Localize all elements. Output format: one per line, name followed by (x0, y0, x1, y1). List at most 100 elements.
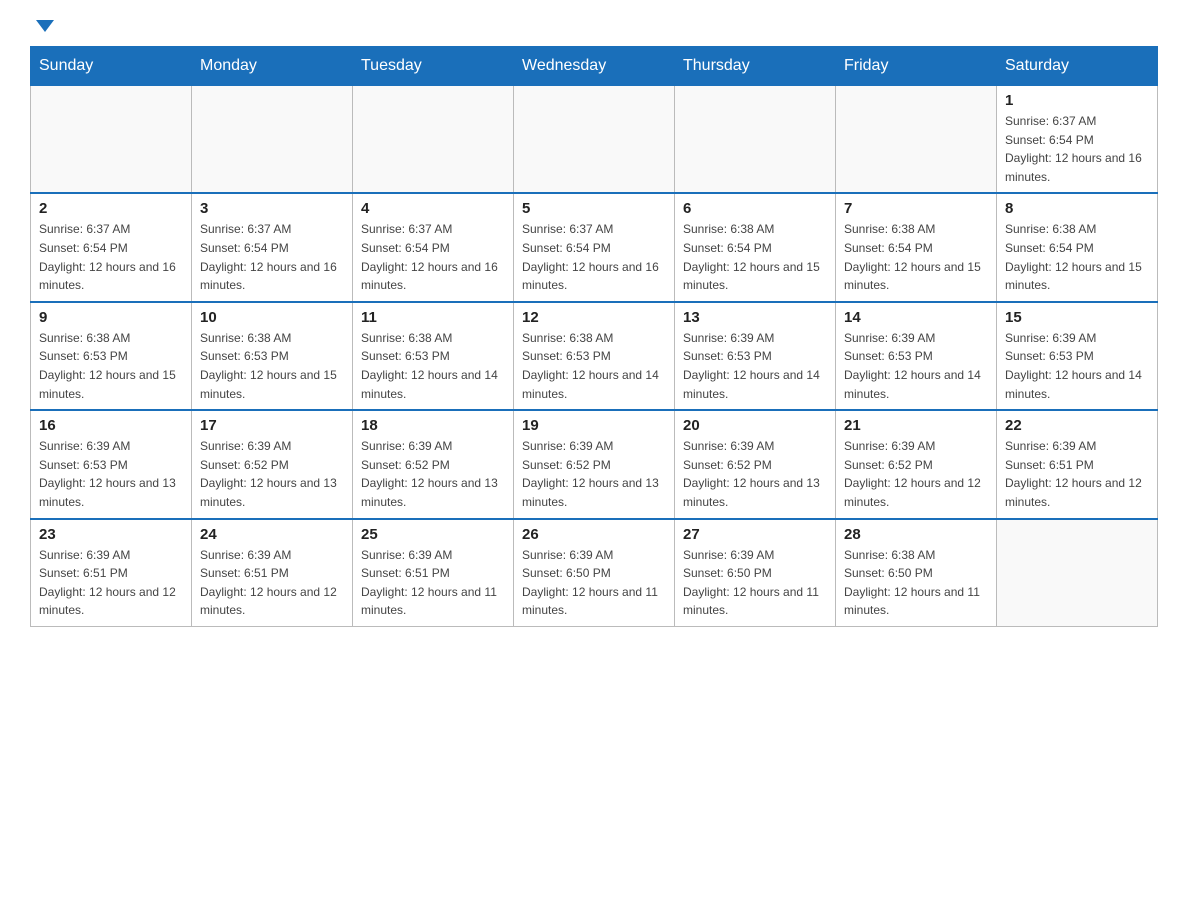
calendar-cell: 19 Sunrise: 6:39 AM Sunset: 6:52 PM Dayli… (514, 410, 675, 518)
calendar-header-sunday: Sunday (31, 47, 192, 86)
calendar-cell: 13 Sunrise: 6:39 AM Sunset: 6:53 PM Dayli… (675, 302, 836, 410)
day-info: Sunrise: 6:39 AM Sunset: 6:53 PM Dayligh… (683, 329, 827, 403)
calendar-cell: 8 Sunrise: 6:38 AM Sunset: 6:54 PM Daylig… (997, 193, 1158, 301)
calendar-cell: 1 Sunrise: 6:37 AM Sunset: 6:54 PM Daylig… (997, 86, 1158, 194)
day-number: 11 (361, 309, 505, 326)
day-info: Sunrise: 6:39 AM Sunset: 6:51 PM Dayligh… (361, 546, 505, 620)
calendar-header-wednesday: Wednesday (514, 47, 675, 86)
calendar-cell: 23Sunrise: 6:39 AM Sunset: 6:51 PM Dayli… (31, 519, 192, 627)
calendar-cell: 5 Sunrise: 6:37 AM Sunset: 6:54 PM Daylig… (514, 193, 675, 301)
day-number: 15 (1005, 309, 1149, 326)
day-info: Sunrise: 6:39 AM Sunset: 6:53 PM Dayligh… (1005, 329, 1149, 403)
calendar-week-4: 16 Sunrise: 6:39 AM Sunset: 6:53 PM Dayli… (31, 410, 1158, 518)
calendar-cell: 2 Sunrise: 6:37 AM Sunset: 6:54 PM Daylig… (31, 193, 192, 301)
day-number: 10 (200, 309, 344, 326)
day-number: 28 (844, 526, 988, 543)
calendar-cell: 15 Sunrise: 6:39 AM Sunset: 6:53 PM Dayli… (997, 302, 1158, 410)
day-number: 6 (683, 200, 827, 217)
day-info: Sunrise: 6:37 AM Sunset: 6:54 PM Dayligh… (39, 220, 183, 294)
calendar-cell: 11 Sunrise: 6:38 AM Sunset: 6:53 PM Dayli… (353, 302, 514, 410)
calendar-header-friday: Friday (836, 47, 997, 86)
day-number: 1 (1005, 92, 1149, 109)
day-number: 26 (522, 526, 666, 543)
day-number: 27 (683, 526, 827, 543)
day-info: Sunrise: 6:38 AM Sunset: 6:53 PM Dayligh… (522, 329, 666, 403)
day-info: Sunrise: 6:39 AM Sunset: 6:51 PM Dayligh… (39, 546, 183, 620)
day-number: 24 (200, 526, 344, 543)
day-number: 17 (200, 417, 344, 434)
calendar-cell: 18 Sunrise: 6:39 AM Sunset: 6:52 PM Dayli… (353, 410, 514, 518)
calendar-cell: 4 Sunrise: 6:37 AM Sunset: 6:54 PM Daylig… (353, 193, 514, 301)
calendar-header-tuesday: Tuesday (353, 47, 514, 86)
calendar-cell: 14 Sunrise: 6:39 AM Sunset: 6:53 PM Dayli… (836, 302, 997, 410)
calendar-cell: 17 Sunrise: 6:39 AM Sunset: 6:52 PM Dayli… (192, 410, 353, 518)
day-number: 13 (683, 309, 827, 326)
day-number: 8 (1005, 200, 1149, 217)
calendar-cell: 7 Sunrise: 6:38 AM Sunset: 6:54 PM Daylig… (836, 193, 997, 301)
day-info: Sunrise: 6:38 AM Sunset: 6:53 PM Dayligh… (39, 329, 183, 403)
day-number: 22 (1005, 417, 1149, 434)
calendar-cell (353, 86, 514, 194)
calendar-header-row: SundayMondayTuesdayWednesdayThursdayFrid… (31, 47, 1158, 86)
calendar-cell (675, 86, 836, 194)
calendar-header-thursday: Thursday (675, 47, 836, 86)
header-top (30, 20, 1158, 32)
calendar-header-monday: Monday (192, 47, 353, 86)
day-info: Sunrise: 6:38 AM Sunset: 6:54 PM Dayligh… (844, 220, 988, 294)
calendar-cell: 24 Sunrise: 6:39 AM Sunset: 6:51 PM Dayli… (192, 519, 353, 627)
calendar-cell: 10Sunrise: 6:38 AM Sunset: 6:53 PM Dayli… (192, 302, 353, 410)
calendar-table: SundayMondayTuesdayWednesdayThursdayFrid… (30, 46, 1158, 627)
calendar-week-3: 9 Sunrise: 6:38 AM Sunset: 6:53 PM Daylig… (31, 302, 1158, 410)
calendar-cell (31, 86, 192, 194)
day-number: 7 (844, 200, 988, 217)
calendar-cell: 20 Sunrise: 6:39 AM Sunset: 6:52 PM Dayli… (675, 410, 836, 518)
day-number: 12 (522, 309, 666, 326)
calendar-week-2: 2 Sunrise: 6:37 AM Sunset: 6:54 PM Daylig… (31, 193, 1158, 301)
day-number: 18 (361, 417, 505, 434)
calendar-week-5: 23Sunrise: 6:39 AM Sunset: 6:51 PM Dayli… (31, 519, 1158, 627)
day-info: Sunrise: 6:39 AM Sunset: 6:53 PM Dayligh… (844, 329, 988, 403)
day-number: 5 (522, 200, 666, 217)
day-number: 14 (844, 309, 988, 326)
calendar-cell: 16 Sunrise: 6:39 AM Sunset: 6:53 PM Dayli… (31, 410, 192, 518)
day-number: 2 (39, 200, 183, 217)
day-info: Sunrise: 6:38 AM Sunset: 6:54 PM Dayligh… (683, 220, 827, 294)
day-info: Sunrise: 6:39 AM Sunset: 6:52 PM Dayligh… (683, 437, 827, 511)
calendar-cell: 25 Sunrise: 6:39 AM Sunset: 6:51 PM Dayli… (353, 519, 514, 627)
day-info: Sunrise: 6:38 AM Sunset: 6:50 PM Dayligh… (844, 546, 988, 620)
calendar-cell: 28 Sunrise: 6:38 AM Sunset: 6:50 PM Dayli… (836, 519, 997, 627)
day-info: Sunrise: 6:39 AM Sunset: 6:53 PM Dayligh… (39, 437, 183, 511)
day-number: 3 (200, 200, 344, 217)
calendar-cell (997, 519, 1158, 627)
calendar-cell: 6 Sunrise: 6:38 AM Sunset: 6:54 PM Daylig… (675, 193, 836, 301)
day-info: Sunrise: 6:37 AM Sunset: 6:54 PM Dayligh… (1005, 112, 1149, 186)
day-info: Sunrise: 6:39 AM Sunset: 6:51 PM Dayligh… (200, 546, 344, 620)
calendar-cell: 22 Sunrise: 6:39 AM Sunset: 6:51 PM Dayli… (997, 410, 1158, 518)
calendar-cell: 12 Sunrise: 6:38 AM Sunset: 6:53 PM Dayli… (514, 302, 675, 410)
day-info: Sunrise: 6:38 AM Sunset: 6:53 PM Dayligh… (361, 329, 505, 403)
logo (30, 20, 58, 32)
calendar-cell: 9 Sunrise: 6:38 AM Sunset: 6:53 PM Daylig… (31, 302, 192, 410)
day-number: 19 (522, 417, 666, 434)
day-info: Sunrise: 6:37 AM Sunset: 6:54 PM Dayligh… (522, 220, 666, 294)
day-info: Sunrise: 6:39 AM Sunset: 6:50 PM Dayligh… (522, 546, 666, 620)
calendar-week-1: 1 Sunrise: 6:37 AM Sunset: 6:54 PM Daylig… (31, 86, 1158, 194)
day-number: 16 (39, 417, 183, 434)
calendar-cell: 27Sunrise: 6:39 AM Sunset: 6:50 PM Dayli… (675, 519, 836, 627)
day-number: 25 (361, 526, 505, 543)
day-info: Sunrise: 6:37 AM Sunset: 6:54 PM Dayligh… (200, 220, 344, 294)
day-info: Sunrise: 6:39 AM Sunset: 6:52 PM Dayligh… (844, 437, 988, 511)
calendar-header-saturday: Saturday (997, 47, 1158, 86)
day-number: 21 (844, 417, 988, 434)
day-info: Sunrise: 6:37 AM Sunset: 6:54 PM Dayligh… (361, 220, 505, 294)
day-info: Sunrise: 6:39 AM Sunset: 6:52 PM Dayligh… (200, 437, 344, 511)
day-number: 20 (683, 417, 827, 434)
day-info: Sunrise: 6:39 AM Sunset: 6:51 PM Dayligh… (1005, 437, 1149, 511)
day-number: 4 (361, 200, 505, 217)
calendar-cell (514, 86, 675, 194)
day-info: Sunrise: 6:38 AM Sunset: 6:54 PM Dayligh… (1005, 220, 1149, 294)
day-info: Sunrise: 6:39 AM Sunset: 6:52 PM Dayligh… (522, 437, 666, 511)
day-number: 9 (39, 309, 183, 326)
calendar-cell: 26 Sunrise: 6:39 AM Sunset: 6:50 PM Dayli… (514, 519, 675, 627)
day-info: Sunrise: 6:39 AM Sunset: 6:52 PM Dayligh… (361, 437, 505, 511)
